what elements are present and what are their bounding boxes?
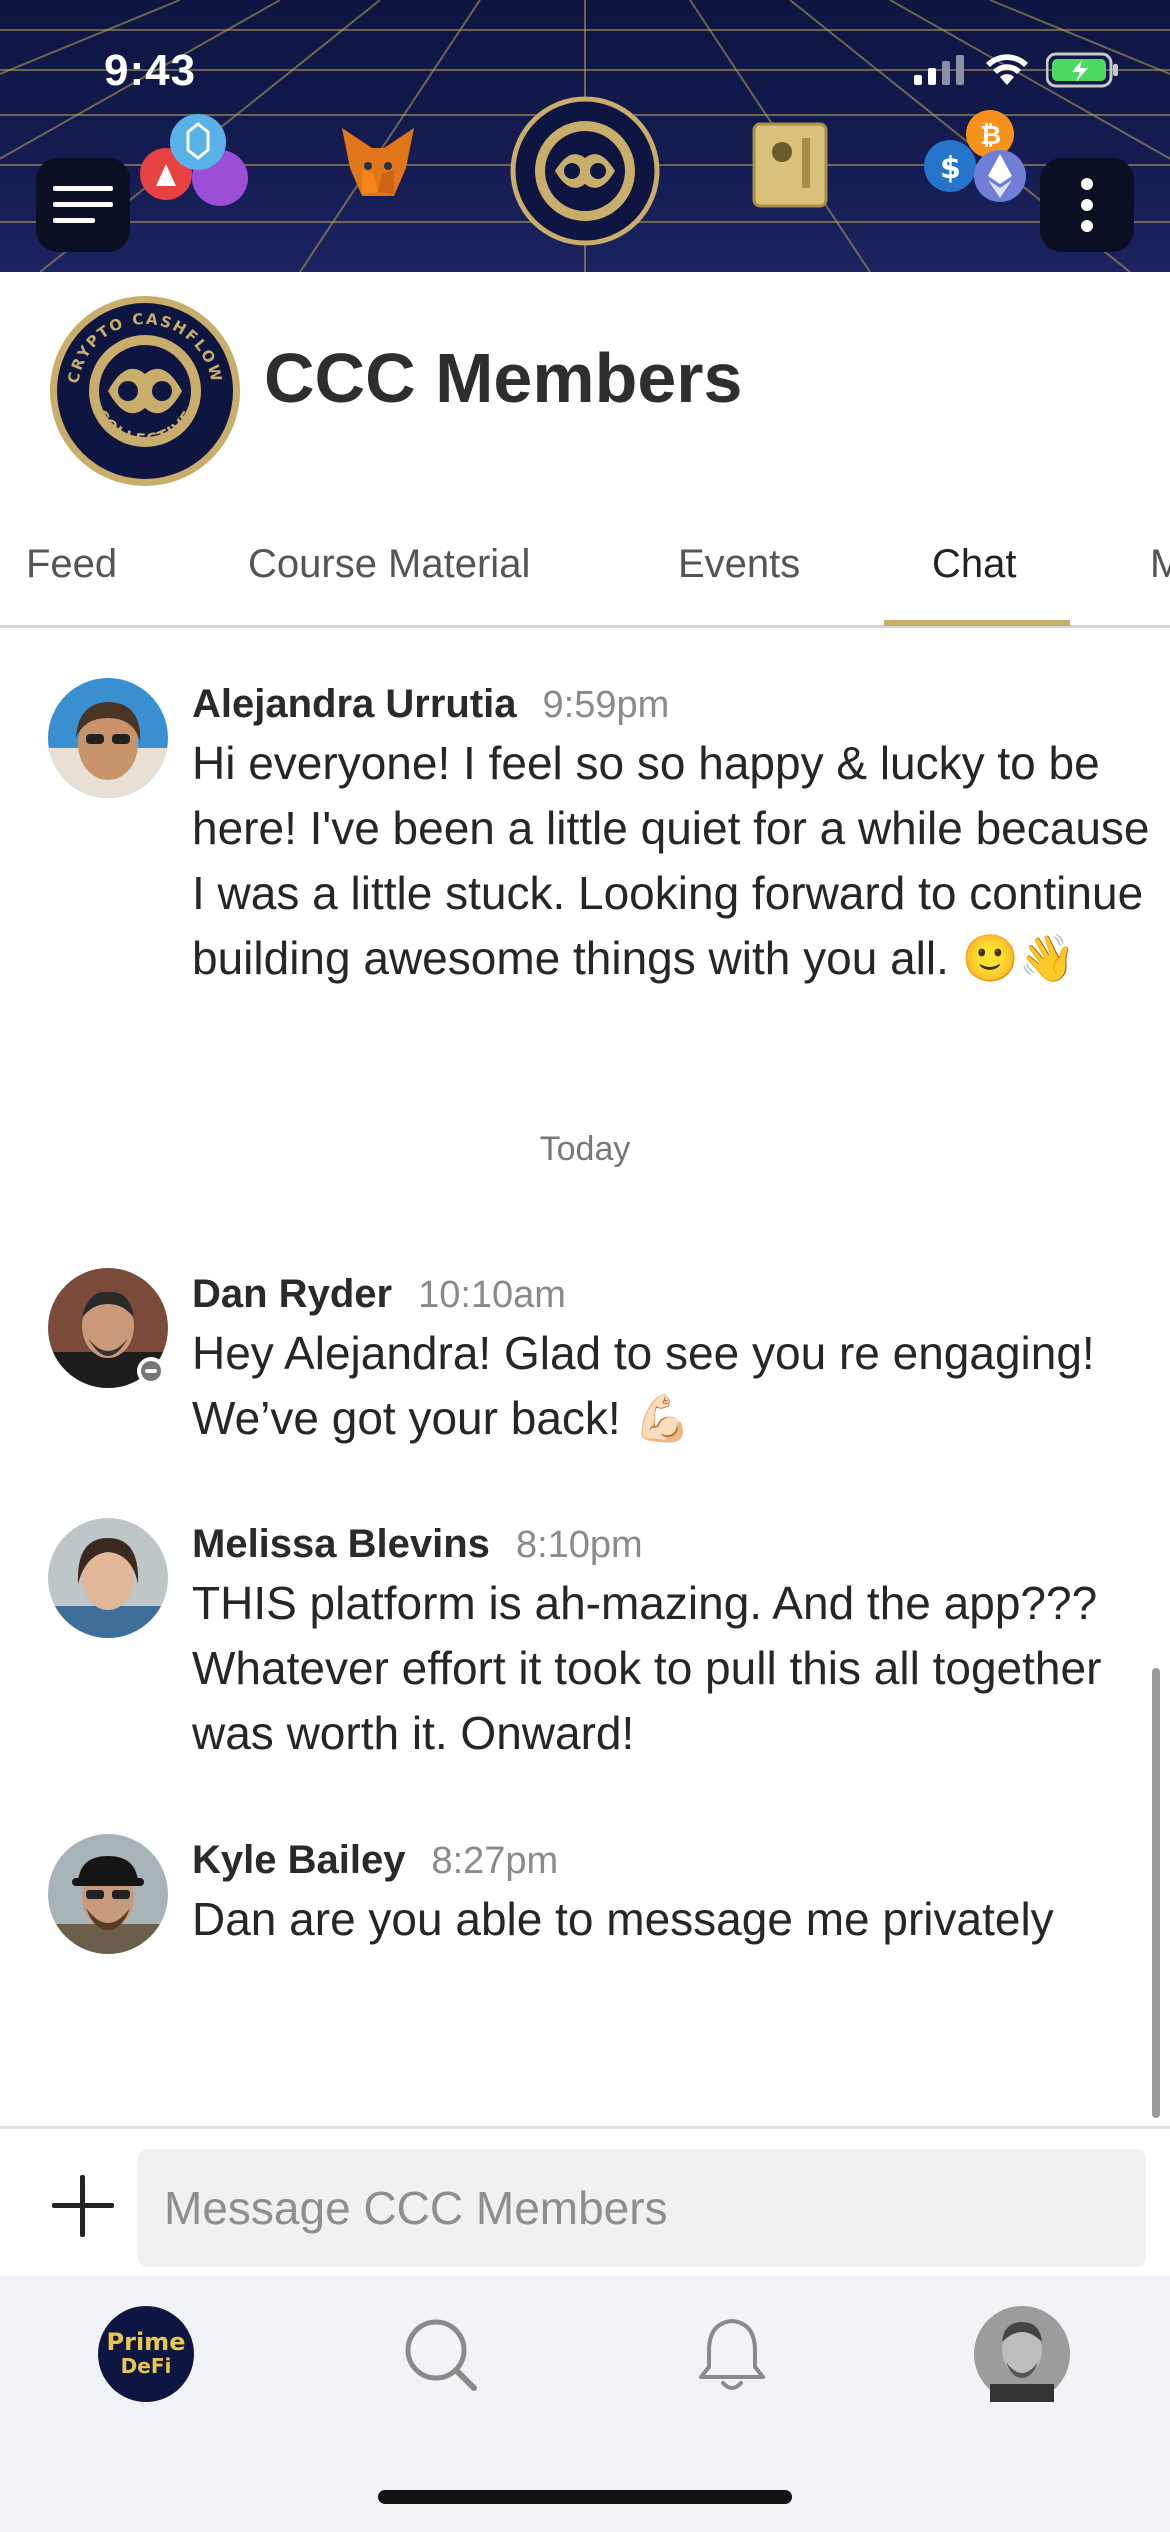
vault-icon — [752, 122, 828, 208]
battery-charging-icon — [1046, 52, 1118, 88]
nav-profile[interactable] — [974, 2306, 1070, 2402]
message-timestamp: 8:10pm — [515, 1524, 643, 1566]
avatar[interactable] — [48, 1834, 168, 1954]
home-indicator — [378, 2490, 792, 2504]
crypto-cashflow-logo-icon — [510, 96, 660, 246]
profile-avatar — [974, 2306, 1070, 2402]
tab-more[interactable]: M — [1150, 542, 1170, 587]
tab-feed[interactable]: Feed — [26, 542, 117, 587]
tab-bar: Feed Course Material Events Chat M — [0, 508, 1170, 628]
message-timestamp: 10:10am — [418, 1274, 566, 1316]
message-author[interactable]: Dan Ryder — [192, 1272, 392, 1317]
group-title: CCC Members — [264, 339, 743, 417]
signal-icon — [914, 55, 964, 85]
group-logo[interactable]: CRYPTO CASHFLOW COLLECTIVE — [48, 294, 242, 488]
more-options-button[interactable] — [1040, 158, 1134, 252]
avatar[interactable] — [48, 678, 168, 798]
scrollbar[interactable] — [1152, 1668, 1160, 2118]
wifi-icon — [986, 54, 1028, 85]
message-timestamp: 9:59pm — [542, 684, 670, 726]
group-header: CRYPTO CASHFLOW COLLECTIVE CCC Members — [0, 272, 1170, 508]
message-text: Hey Alejandra! Glad to see you re engagi… — [192, 1327, 1095, 1444]
menu-button[interactable] — [36, 158, 130, 252]
tab-chat[interactable]: Chat — [932, 542, 1017, 587]
prime-logo-line1: Prime — [106, 2328, 186, 2356]
tab-course-material[interactable]: Course Material — [248, 542, 530, 587]
message-text: Hi everyone! I feel so so happy & lucky … — [192, 737, 1150, 984]
message-author[interactable]: Alejandra Urrutia — [192, 682, 517, 727]
hamburger-menu-icon — [53, 186, 113, 223]
offline-status-icon — [137, 1357, 165, 1385]
status-time: 9:43 — [104, 46, 197, 95]
message-timestamp: 8:27pm — [431, 1840, 559, 1882]
day-separator: Today — [539, 1130, 631, 1168]
crypto-tokens-right-icon: ₿ $ — [924, 110, 1026, 202]
prime-logo-line2: DeFi — [120, 2354, 172, 2378]
svg-text:₿: ₿ — [980, 121, 1001, 151]
message-author[interactable]: Kyle Bailey — [192, 1838, 405, 1883]
crypto-tokens-left-icon — [140, 114, 248, 206]
active-tab-indicator — [884, 620, 1070, 626]
prime-defi-logo: Prime DeFi — [98, 2306, 194, 2402]
avatar[interactable] — [48, 1518, 168, 1638]
search-icon — [405, 2319, 477, 2391]
message-composer — [0, 2126, 1170, 2276]
add-attachment-button[interactable] — [50, 2173, 116, 2239]
bell-icon — [699, 2319, 765, 2390]
more-vertical-icon — [1081, 178, 1093, 232]
metamask-fox-icon — [342, 128, 414, 196]
tab-events[interactable]: Events — [678, 542, 800, 587]
nav-search[interactable] — [392, 2306, 488, 2402]
svg-text:$: $ — [940, 151, 961, 186]
message-text: THIS platform is ah-mazing. And the app?… — [192, 1577, 1102, 1759]
status-icons — [912, 52, 1120, 88]
nav-notifications[interactable] — [684, 2306, 780, 2402]
message-input[interactable] — [138, 2149, 1146, 2267]
nav-home[interactable]: Prime DeFi — [98, 2306, 194, 2402]
message-text: Dan are you able to message me privately — [192, 1893, 1054, 1945]
message-author[interactable]: Melissa Blevins — [192, 1522, 490, 1567]
header-banner: 9:43 ₿ $ — [0, 0, 1170, 272]
chat-message-list[interactable]: Alejandra Urrutia 9:59pm Hi everyone! I … — [0, 630, 1170, 2126]
